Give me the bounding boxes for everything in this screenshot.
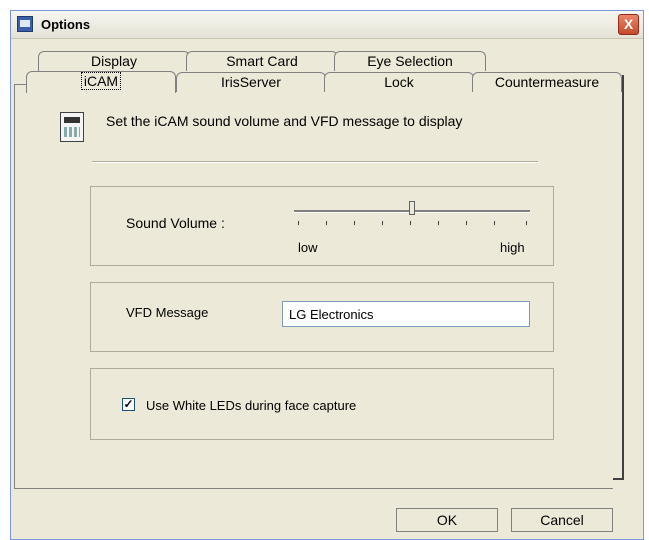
sound-volume-slider-thumb[interactable] xyxy=(409,201,415,215)
icam-device-icon xyxy=(60,112,84,142)
tab-eye-selection[interactable]: Eye Selection xyxy=(334,51,486,71)
tab-countermeasure[interactable]: Countermeasure xyxy=(472,72,622,92)
sound-volume-low-label: low xyxy=(298,240,318,255)
sound-volume-high-label: high xyxy=(500,240,525,255)
window-icon xyxy=(17,16,33,32)
cancel-button[interactable]: Cancel xyxy=(511,508,613,532)
window-title: Options xyxy=(41,17,91,32)
tab-irisserver[interactable]: IrisServer xyxy=(176,72,326,92)
vfd-message-input[interactable]: LG Electronics xyxy=(282,301,530,327)
close-button[interactable]: X xyxy=(618,14,639,35)
vfd-message-label: VFD Message xyxy=(126,305,209,320)
tab-icam[interactable]: iCAM xyxy=(26,71,176,93)
white-led-label: Use White LEDs during face capture xyxy=(146,398,357,413)
title-bar[interactable]: Options X xyxy=(11,11,643,39)
sound-volume-label: Sound Volume : xyxy=(126,215,225,231)
tab-icam-label: iCAM xyxy=(80,72,122,90)
tab-panel-back xyxy=(612,75,624,480)
white-led-checkbox[interactable]: ✓ xyxy=(122,398,135,411)
tab-display[interactable]: Display xyxy=(38,51,190,71)
separator xyxy=(92,161,538,163)
tab-smart-card[interactable]: Smart Card xyxy=(186,51,338,71)
ok-button[interactable]: OK xyxy=(396,508,498,532)
page-heading: Set the iCAM sound volume and VFD messag… xyxy=(106,113,463,129)
tab-lock[interactable]: Lock xyxy=(324,72,474,92)
